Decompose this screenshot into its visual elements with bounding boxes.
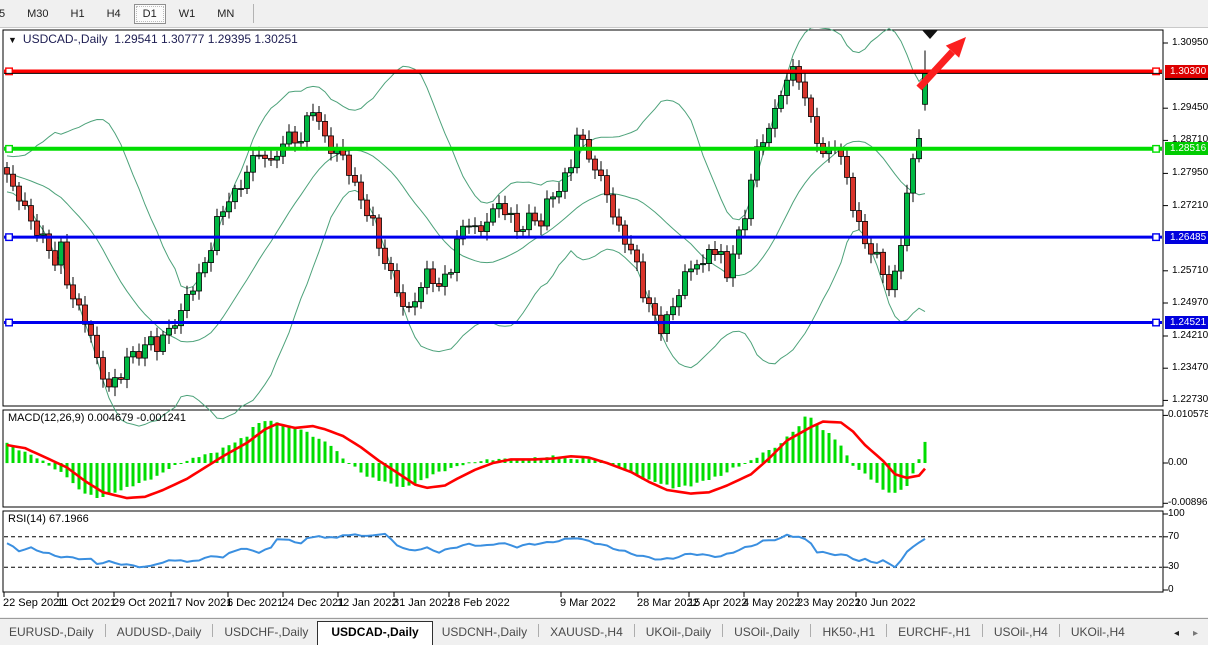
tab-usoil-h4[interactable]: USOil-,H4 bbox=[985, 622, 1057, 644]
timeframe-button-d1[interactable]: D1 bbox=[134, 4, 166, 24]
toolbar-separator bbox=[253, 4, 254, 23]
timeframe-button-w1[interactable]: W1 bbox=[170, 4, 205, 24]
hline-anchor[interactable] bbox=[1153, 319, 1160, 326]
hline-anchor[interactable] bbox=[1153, 234, 1160, 241]
tab-hk50-h1[interactable]: HK50-,H1 bbox=[813, 622, 884, 644]
tab-separator bbox=[722, 624, 723, 637]
tab-separator bbox=[982, 624, 983, 637]
tab-usoil-daily[interactable]: USOil-,Daily bbox=[725, 622, 808, 644]
tab-eurusd-daily[interactable]: EURUSD-,Daily bbox=[0, 622, 103, 644]
tab-separator bbox=[105, 624, 106, 637]
hline-anchor[interactable] bbox=[6, 319, 13, 326]
tab-scroll-buttons: ◂▸ bbox=[1174, 628, 1198, 639]
tab-usdchf-daily[interactable]: USDCHF-,Daily bbox=[215, 622, 317, 644]
tab-eurchf-h1[interactable]: EURCHF-,H1 bbox=[889, 622, 980, 644]
chart-canvas bbox=[0, 0, 1208, 643]
rsi-pane bbox=[3, 511, 1163, 592]
timeframe-button-h4[interactable]: H4 bbox=[98, 4, 130, 24]
tab-separator bbox=[212, 624, 213, 637]
tab-ukoil-h4[interactable]: UKOil-,H4 bbox=[1062, 622, 1134, 644]
main-pane bbox=[3, 30, 1163, 406]
tab-usdcnh-daily[interactable]: USDCNH-,Daily bbox=[433, 622, 536, 644]
hline-anchor[interactable] bbox=[6, 146, 13, 153]
tab-separator bbox=[810, 624, 811, 637]
tab-separator bbox=[1059, 624, 1060, 637]
hline-anchor[interactable] bbox=[6, 234, 13, 241]
tab-scroll-right-icon[interactable]: ▸ bbox=[1193, 628, 1198, 639]
timeframe-button-mn[interactable]: MN bbox=[208, 4, 243, 24]
tab-scroll-left-icon[interactable]: ◂ bbox=[1174, 628, 1179, 639]
hline-anchor[interactable] bbox=[1153, 146, 1160, 153]
tab-separator bbox=[538, 624, 539, 637]
symbol-tab-bar: EURUSD-,DailyAUDUSD-,DailyUSDCHF-,DailyU… bbox=[0, 618, 1208, 644]
timeframe-toolbar: 5M30H1H4D1W1MN bbox=[0, 0, 1208, 28]
tab-separator bbox=[634, 624, 635, 637]
tab-separator bbox=[886, 624, 887, 637]
tab-ukoil-daily[interactable]: UKOil-,Daily bbox=[637, 622, 720, 644]
timeframe-button-m30[interactable]: M30 bbox=[18, 4, 57, 24]
timeframe-button-h1[interactable]: H1 bbox=[62, 4, 94, 24]
timeframe-button-5[interactable]: 5 bbox=[0, 4, 14, 24]
tab-xauusd-h4[interactable]: XAUUSD-,H4 bbox=[541, 622, 632, 644]
tab-usdcad-daily[interactable]: USDCAD-,Daily bbox=[317, 621, 432, 645]
tab-audusd-daily[interactable]: AUDUSD-,Daily bbox=[108, 622, 211, 644]
